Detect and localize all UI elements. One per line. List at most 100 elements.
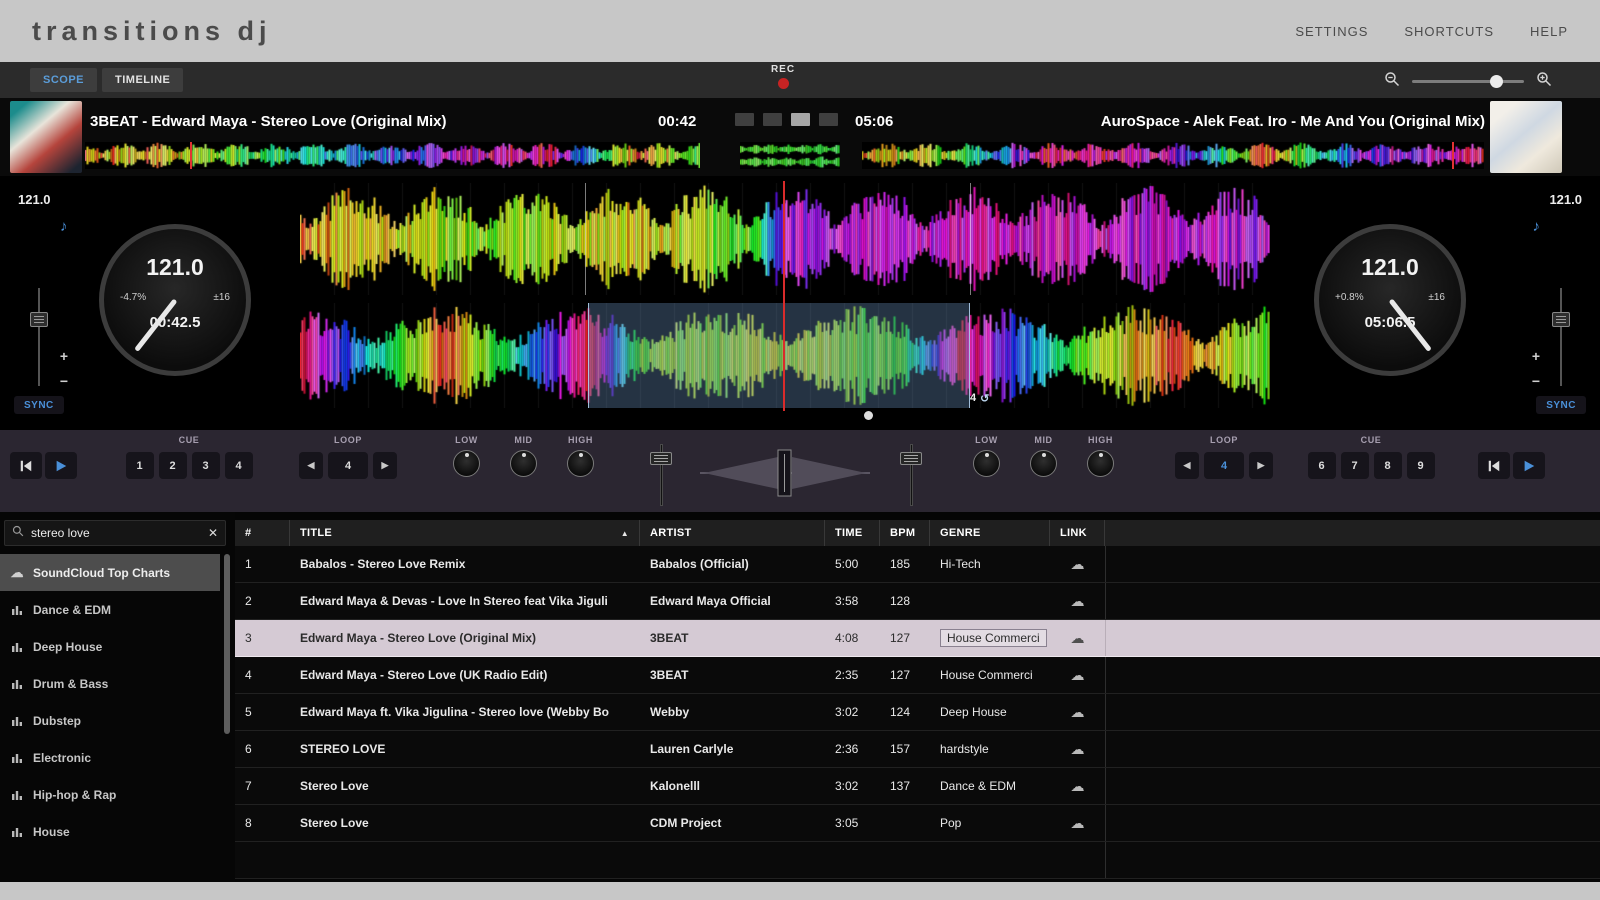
soundcloud-link-icon[interactable]: ☁ [1071, 667, 1085, 684]
mix-overview-waveform[interactable] [740, 142, 840, 169]
deck-b-cue-button-6[interactable]: 6 [1308, 452, 1336, 479]
clear-search-icon[interactable]: ✕ [208, 526, 218, 540]
sidebar-item-dance-edm[interactable]: Dance & EDM [0, 591, 220, 628]
deck-b-cue-button-9[interactable]: 9 [1407, 452, 1435, 479]
sidebar-item-drum-bass[interactable]: Drum & Bass [0, 665, 220, 702]
column-bpm[interactable]: BPM [880, 520, 930, 546]
deck-b-loop-length-button[interactable]: 4 [1204, 452, 1244, 479]
deck-a-high-knob[interactable] [567, 450, 594, 477]
sidebar-scrollbar[interactable] [224, 554, 230, 734]
deck-b-loop-halve-button[interactable]: ◀ [1175, 452, 1199, 479]
tab-timeline[interactable]: TIMELINE [102, 68, 183, 92]
eq-low-label: LOW [455, 435, 478, 445]
deck-b-jog-bpm: 121.0 [1319, 254, 1461, 281]
column-number[interactable]: # [235, 520, 290, 546]
deck-b-low-knob[interactable] [973, 450, 1000, 477]
deck-a-overview-waveform[interactable] [85, 142, 700, 169]
loop-selection-region[interactable] [588, 303, 970, 408]
sidebar-item-house[interactable]: House [0, 813, 220, 850]
table-row[interactable]: 1Babalos - Stereo Love RemixBabalos (Off… [235, 546, 1600, 583]
column-title[interactable]: TITLE ▲ [290, 520, 640, 546]
menu-settings[interactable]: SETTINGS [1295, 24, 1368, 39]
column-time[interactable]: TIME [825, 520, 880, 546]
deck-b-cue-button-8[interactable]: 8 [1374, 452, 1402, 479]
soundcloud-link-icon[interactable]: ☁ [1071, 630, 1085, 647]
deck-b-loop-double-button[interactable]: ▶ [1249, 452, 1273, 479]
deck-b-overview-waveform[interactable] [862, 142, 1484, 169]
deck-a-loop-length-button[interactable]: 4 [328, 452, 368, 479]
sidebar-item-deep-house[interactable]: Deep House [0, 628, 220, 665]
deck-a-cue-button-3[interactable]: 3 [192, 452, 220, 479]
zoom-slider-handle[interactable] [1490, 75, 1503, 88]
deck-a-jog-wheel[interactable]: 121.0 -4.7% ±16 00:42.5 [99, 224, 251, 376]
column-genre[interactable]: GENRE [930, 520, 1050, 546]
zoom-in-icon[interactable] [1536, 71, 1552, 92]
layout-toggle-icon-4[interactable] [819, 113, 838, 126]
table-row[interactable]: 2Edward Maya & Devas - Love In Stereo fe… [235, 583, 1600, 620]
tab-scope[interactable]: SCOPE [30, 68, 97, 92]
deck-a-loop-double-button[interactable]: ▶ [373, 452, 397, 479]
deck-b-volume-fader[interactable] [898, 444, 924, 506]
waveform-scroll-handle[interactable] [864, 411, 873, 420]
table-row[interactable]: 6STEREO LOVELauren Carlyle2:36157hardsty… [235, 731, 1600, 768]
soundcloud-link-icon[interactable]: ☁ [1071, 778, 1085, 795]
menu-shortcuts[interactable]: SHORTCUTS [1404, 24, 1494, 39]
deck-a-low-knob[interactable] [453, 450, 480, 477]
deck-a-cue-button-1[interactable]: 1 [126, 452, 154, 479]
crossfader[interactable] [698, 444, 872, 502]
deck-b-cue-button-7[interactable]: 7 [1341, 452, 1369, 479]
layout-toggle-icon-2[interactable] [763, 113, 782, 126]
deck-b-pitch-bend-down-button[interactable]: − [1528, 373, 1544, 389]
zoom-slider[interactable] [1412, 80, 1524, 83]
deck-b-pitch-slider[interactable] [1552, 288, 1570, 386]
deck-b-mid-knob[interactable] [1030, 450, 1057, 477]
layout-toggle-icon-3[interactable] [791, 113, 810, 126]
table-row[interactable]: 5Edward Maya ft. Vika Jigulina - Stereo … [235, 694, 1600, 731]
deck-b-play-button[interactable] [1513, 452, 1545, 479]
soundcloud-link-icon[interactable]: ☁ [1071, 741, 1085, 758]
deck-b-high-knob[interactable] [1087, 450, 1114, 477]
sidebar-item-soundcloud-top-charts[interactable]: ☁SoundCloud Top Charts [0, 554, 220, 591]
table-row[interactable]: 8Stereo LoveCDM Project3:05Pop☁ [235, 805, 1600, 842]
record-button[interactable]: REC [759, 64, 807, 94]
column-artist[interactable]: ARTIST [640, 520, 825, 546]
deck-a-loop-halve-button[interactable]: ◀ [299, 452, 323, 479]
deck-a-mid-knob[interactable] [510, 450, 537, 477]
deck-a-waveform[interactable] [300, 183, 1270, 295]
deck-b-jog-wheel[interactable]: 121.0 +0.8% ±16 05:06.5 [1314, 224, 1466, 376]
soundcloud-link-icon[interactable]: ☁ [1071, 593, 1085, 610]
deck-a-sync-button[interactable]: SYNC [14, 396, 64, 414]
sidebar-item-hip-hop-rap[interactable]: Hip-hop & Rap [0, 776, 220, 813]
soundcloud-link-icon[interactable]: ☁ [1071, 556, 1085, 573]
menu-help[interactable]: HELP [1530, 24, 1568, 39]
deck-b-pitch-bend-up-button[interactable]: + [1528, 348, 1544, 364]
table-row[interactable]: 7Stereo LoveKalonelll3:02137Dance & EDM☁ [235, 768, 1600, 805]
deck-a-cue-button-4[interactable]: 4 [225, 452, 253, 479]
deck-b-skip-start-button[interactable] [1478, 452, 1510, 479]
deck-a-pitch-slider-handle[interactable] [30, 312, 48, 327]
zoom-out-icon[interactable] [1384, 71, 1400, 92]
deck-a-play-button[interactable] [45, 452, 77, 479]
deck-b-volume-fader-handle[interactable] [900, 452, 922, 465]
deck-a-pitch-slider[interactable] [30, 288, 48, 386]
table-row[interactable] [235, 842, 1600, 879]
deck-a-skip-start-button[interactable] [10, 452, 42, 479]
deck-a-volume-fader-handle[interactable] [650, 452, 672, 465]
column-link[interactable]: LINK [1050, 520, 1105, 546]
soundcloud-link-icon[interactable]: ☁ [1071, 704, 1085, 721]
table-row[interactable]: 4Edward Maya - Stereo Love (UK Radio Edi… [235, 657, 1600, 694]
search-input[interactable]: stereo love ✕ [4, 520, 226, 546]
horizontal-scrollbar[interactable] [0, 882, 1600, 900]
soundcloud-link-icon[interactable]: ☁ [1071, 815, 1085, 832]
deck-b-pitch-slider-handle[interactable] [1552, 312, 1570, 327]
deck-a-cue-button-2[interactable]: 2 [159, 452, 187, 479]
sidebar-item-electronic[interactable]: Electronic [0, 739, 220, 776]
deck-a-pitch-bend-down-button[interactable]: − [56, 373, 72, 389]
sidebar-item-dubstep[interactable]: Dubstep [0, 702, 220, 739]
cell-genre [930, 583, 1050, 619]
deck-a-pitch-bend-up-button[interactable]: + [56, 348, 72, 364]
table-row[interactable]: 3Edward Maya - Stereo Love (Original Mix… [235, 620, 1600, 657]
layout-toggle-icon-1[interactable] [735, 113, 754, 126]
deck-a-volume-fader[interactable] [648, 444, 674, 506]
deck-b-sync-button[interactable]: SYNC [1536, 396, 1586, 414]
